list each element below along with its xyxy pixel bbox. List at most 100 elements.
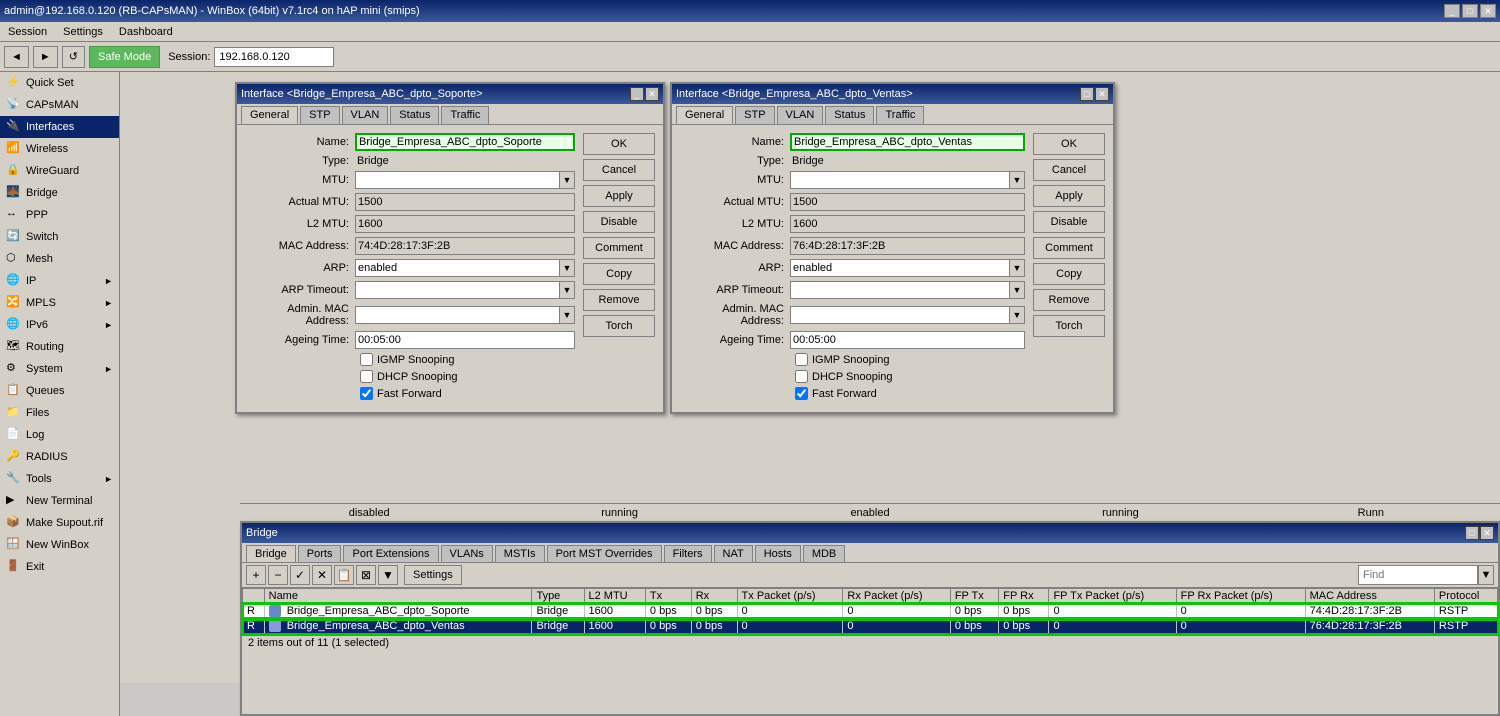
admin-mac-input-v[interactable] [790,306,1009,324]
sidebar-item-ppp[interactable]: ↔ PPP [0,204,119,226]
bridge-tab-nat[interactable]: NAT [714,545,753,562]
sidebar-item-bridge[interactable]: 🌉 Bridge [0,182,119,204]
bridge-tab-mdb[interactable]: MDB [803,545,845,562]
sidebar-item-supout[interactable]: 📦 Make Supout.rif [0,512,119,534]
fast-forward-checkbox[interactable] [360,387,373,400]
cancel-button-soporte[interactable]: Cancel [583,159,655,181]
sidebar-item-ipv6[interactable]: 🌐 IPv6 ► [0,314,119,336]
tab-status-soporte[interactable]: Status [390,106,439,124]
minimize-button[interactable]: _ [1444,4,1460,18]
sidebar-item-log[interactable]: 📄 Log [0,424,119,446]
settings-button[interactable]: Settings [404,565,462,585]
table-row[interactable]: R Bridge_Empresa_ABC_dpto_Ventas Bridge … [243,619,1498,634]
bridge-tab-portmst[interactable]: Port MST Overrides [547,545,662,562]
tab-traffic-soporte[interactable]: Traffic [441,106,489,124]
sidebar-item-tools[interactable]: 🔧 Tools ► [0,468,119,490]
sidebar-item-wireguard[interactable]: 🔒 WireGuard [0,160,119,182]
copy-button-soporte[interactable]: Copy [583,263,655,285]
copy-bridge-button[interactable]: 📋 [334,565,354,585]
ageing-input[interactable] [355,331,575,349]
tab-vlan-ventas[interactable]: VLAN [777,106,824,124]
arp-input-v[interactable] [790,259,1009,277]
mtu-input[interactable] [355,171,559,189]
arp-timeout-arrow-v[interactable]: ▼ [1009,281,1025,299]
dhcp-checkbox-v[interactable] [795,370,808,383]
check-button[interactable]: ✓ [290,565,310,585]
table-row[interactable]: R Bridge_Empresa_ABC_dpto_Soporte Bridge… [243,604,1498,619]
bridge-window-title[interactable]: Bridge □ ✕ [242,523,1498,543]
bridge-tab-vlans[interactable]: VLANs [441,545,493,562]
sidebar-item-exit[interactable]: 🚪 Exit [0,556,119,578]
sidebar-item-system[interactable]: ⚙ System ► [0,358,119,380]
bridge-tab-mstis[interactable]: MSTIs [495,545,545,562]
tab-general-ventas[interactable]: General [676,106,733,124]
tab-vlan-soporte[interactable]: VLAN [342,106,389,124]
igmp-checkbox-v[interactable] [795,353,808,366]
find-input[interactable] [1358,565,1478,585]
mtu-input-v[interactable] [790,171,1009,189]
menu-session[interactable]: Session [4,24,51,40]
menu-dashboard[interactable]: Dashboard [115,24,177,40]
remove-button-ventas[interactable]: Remove [1033,289,1105,311]
igmp-checkbox[interactable] [360,353,373,366]
disable-button-ventas[interactable]: Disable [1033,211,1105,233]
dialog-ventas-close[interactable]: ✕ [1095,87,1109,101]
cancel-button-ventas[interactable]: Cancel [1033,159,1105,181]
mtu-arrow[interactable]: ▼ [559,171,575,189]
name-input-ventas[interactable] [790,133,1025,151]
sidebar-item-newwinbox[interactable]: 🪟 New WinBox [0,534,119,556]
tab-stp-soporte[interactable]: STP [300,106,339,124]
copy-button-ventas[interactable]: Copy [1033,263,1105,285]
session-input[interactable] [214,47,334,67]
dialog-soporte-close[interactable]: ✕ [645,87,659,101]
dhcp-checkbox[interactable] [360,370,373,383]
back-button[interactable]: ◄ [4,46,29,68]
comment-button-ventas[interactable]: Comment [1033,237,1105,259]
bridge-tab-hosts[interactable]: Hosts [755,545,801,562]
sidebar-item-mesh[interactable]: ⬡ Mesh [0,248,119,270]
bridge-window-minimize[interactable]: □ [1465,526,1479,540]
bridge-tab-bridge[interactable]: Bridge [246,545,296,562]
mtu-arrow-v[interactable]: ▼ [1009,171,1025,189]
maximize-button[interactable]: □ [1462,4,1478,18]
torch-button-soporte[interactable]: Torch [583,315,655,337]
disable-button-soporte[interactable]: Disable [583,211,655,233]
sidebar-item-wireless[interactable]: 📶 Wireless [0,138,119,160]
sidebar-item-files[interactable]: 📁 Files [0,402,119,424]
find-dropdown[interactable]: ▼ [1478,565,1494,585]
sidebar-item-capsman[interactable]: 📡 CAPsMAN [0,94,119,116]
sidebar-item-routing[interactable]: 🗺 Routing [0,336,119,358]
name-input-soporte[interactable] [355,133,575,151]
arp-arrow-v[interactable]: ▼ [1009,259,1025,277]
bridge-tab-filters[interactable]: Filters [664,545,712,562]
dialog-ventas-minimize[interactable]: □ [1080,87,1094,101]
apply-button-ventas[interactable]: Apply [1033,185,1105,207]
filter-button[interactable]: ▼ [378,565,398,585]
tab-status-ventas[interactable]: Status [825,106,874,124]
dialog-soporte-title[interactable]: Interface <Bridge_Empresa_ABC_dpto_Sopor… [237,84,663,104]
comment-button-soporte[interactable]: Comment [583,237,655,259]
tab-stp-ventas[interactable]: STP [735,106,774,124]
ageing-input-v[interactable] [790,331,1025,349]
arp-input[interactable] [355,259,559,277]
torch-button-ventas[interactable]: Torch [1033,315,1105,337]
arp-timeout-arrow[interactable]: ▼ [559,281,575,299]
refresh-button[interactable]: ↺ [62,46,85,68]
sidebar-item-quickset[interactable]: ⚡ Quick Set [0,72,119,94]
menu-settings[interactable]: Settings [59,24,107,40]
arp-timeout-input-v[interactable] [790,281,1009,299]
sidebar-item-ip[interactable]: 🌐 IP ► [0,270,119,292]
sidebar-item-radius[interactable]: 🔑 RADIUS [0,446,119,468]
admin-mac-input[interactable] [355,306,559,324]
remove-bridge-button[interactable]: − [268,565,288,585]
dialog-ventas-title[interactable]: Interface <Bridge_Empresa_ABC_dpto_Venta… [672,84,1113,104]
sidebar-item-mpls[interactable]: 🔀 MPLS ► [0,292,119,314]
arp-arrow[interactable]: ▼ [559,259,575,277]
dialog-soporte-minimize[interactable]: _ [630,87,644,101]
sort-button[interactable]: ⊠ [356,565,376,585]
sidebar-item-switch[interactable]: 🔄 Switch [0,226,119,248]
fast-forward-checkbox-v[interactable] [795,387,808,400]
bridge-tab-ports[interactable]: Ports [298,545,342,562]
tab-traffic-ventas[interactable]: Traffic [876,106,924,124]
tab-general-soporte[interactable]: General [241,106,298,124]
